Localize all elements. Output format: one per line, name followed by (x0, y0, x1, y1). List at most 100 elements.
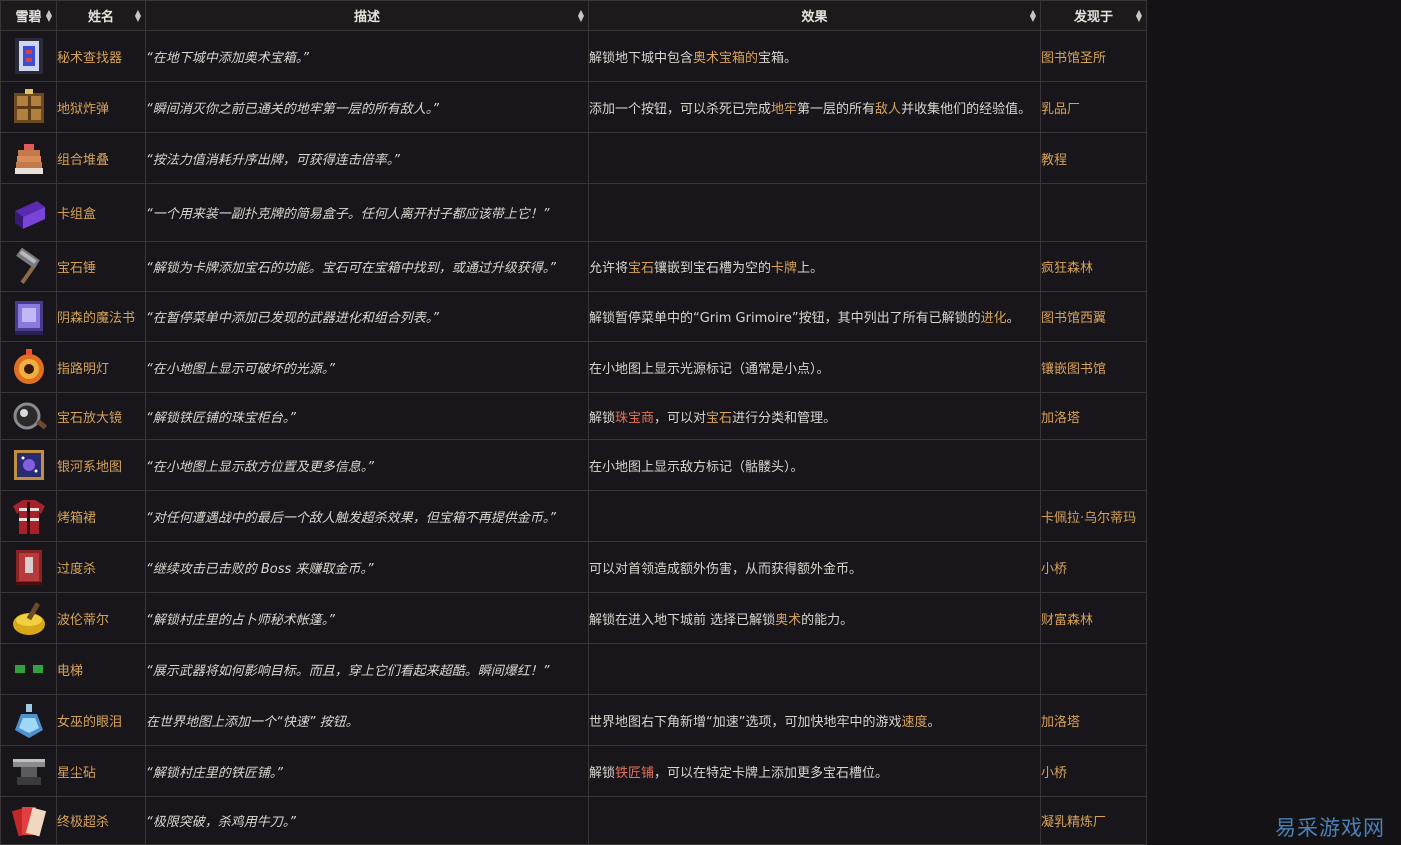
effect-link[interactable]: 铁匠铺 (615, 766, 654, 781)
found-location[interactable]: 疯狂森林 (1040, 241, 1147, 292)
relic-name[interactable]: 过度杀 (56, 541, 146, 593)
relic-description: “按法力值消耗升序出牌，可获得连击倍率。” (145, 132, 589, 184)
effect-link[interactable]: 奥术宝箱的 (693, 51, 758, 66)
potion-bottle-icon (14, 704, 43, 738)
column-header-name[interactable]: 姓名 ▲ ▼ (56, 0, 146, 31)
relic-name[interactable]: 宝石锤 (56, 241, 146, 292)
table-row: 波伦蒂尔 “解锁村庄里的占卜师秘术帐篷。” 解锁在进入地下城前 选择已解锁奥术的能力… (0, 592, 1147, 644)
effect-link[interactable]: 珠宝商 (615, 411, 654, 426)
beacon-eye-icon (13, 349, 44, 384)
relic-name[interactable]: 宝石放大镜 (56, 392, 146, 440)
relic-name[interactable]: 电梯 (56, 643, 146, 695)
relic-name[interactable]: 银河系地图 (56, 439, 146, 491)
relic-name[interactable]: 组合堆叠 (56, 132, 146, 184)
relic-name[interactable]: 星尘砧 (56, 745, 146, 797)
effect-text: 解锁 (589, 765, 616, 781)
effect-text: 解锁在进入地下城前 选择已解锁 (589, 612, 776, 628)
relic-description: 在世界地图上添加一个“快速” 按钮。 (145, 694, 589, 746)
anvil-icon (12, 759, 45, 785)
table-row: 女巫的眼泪 在世界地图上添加一个“快速” 按钮。 世界地图右下角新增“加速”选项，可… (0, 694, 1147, 746)
relic-name[interactable]: 指路明灯 (56, 341, 146, 393)
relic-effect: 添加一个按钮，可以杀死已完成地牢第一层的所有敌人并收集他们的经验值。 (588, 81, 1041, 133)
relic-effect (588, 132, 1041, 184)
column-header-label: 姓名 (87, 10, 114, 25)
found-location[interactable] (1040, 183, 1147, 242)
relic-effect: 可以对首领造成额外伤害，从而获得额外金币。 (588, 541, 1041, 593)
effect-text: 第一层的所有 (797, 101, 876, 117)
effect-link[interactable]: 进化 (981, 311, 1007, 326)
red-book-icon (15, 550, 42, 585)
effect-text: 允许将 (589, 261, 629, 276)
table-row: 过度杀 “继续攻击已击败的 Boss 来赚取金币。” 可以对首领造成额外伤害，从而获… (0, 541, 1147, 593)
found-location[interactable]: 加洛塔 (1040, 392, 1147, 440)
found-location[interactable]: 乳品厂 (1040, 81, 1147, 133)
sprite-cell (0, 30, 57, 82)
found-location[interactable]: 教程 (1040, 132, 1147, 184)
column-header-found[interactable]: 发现于 ▲ ▼ (1040, 0, 1147, 31)
sprite-cell (0, 291, 57, 342)
effect-link[interactable]: 卡牌 (771, 261, 797, 276)
effect-link[interactable]: 宝石 (628, 261, 654, 276)
relic-effect: 解锁珠宝商，可以对宝石进行分类和管理。 (588, 392, 1041, 440)
relic-name[interactable]: 女巫的眼泪 (56, 694, 146, 746)
plaid-shirt-icon (12, 500, 45, 534)
relic-effect (588, 490, 1041, 542)
magnifier-icon (13, 402, 47, 430)
relic-name[interactable]: 地狱炸弹 (56, 81, 146, 133)
relic-name[interactable]: 秘术查找器 (56, 30, 146, 82)
table-header-row: 雪碧 ▲ ▼ 姓名 ▲ ▼ 描述 ▲ ▼ 效果 ▲ ▼ 发现于 ▲ ▼ (0, 0, 1147, 31)
relic-name[interactable]: 卡组盒 (56, 183, 146, 242)
relic-effect (588, 643, 1041, 695)
effect-link[interactable]: 敌人 (875, 102, 901, 117)
found-location[interactable]: 图书馆圣所 (1040, 30, 1147, 82)
relic-name[interactable]: 波伦蒂尔 (56, 592, 146, 644)
found-location[interactable]: 卡佩拉·乌尔蒂玛 (1040, 490, 1147, 542)
crate-bomb-icon (13, 89, 44, 123)
sprite-cell (0, 439, 57, 491)
column-header-label: 雪碧 (15, 10, 42, 25)
effect-text: 。 (927, 714, 941, 730)
table-row: 烤箱裙 “对任何遭遇战中的最后一个敌人触发超杀效果，但宝箱不再提供金币。” 卡佩拉·… (0, 490, 1147, 542)
effect-text: ，可以对 (654, 410, 707, 426)
relic-effect: 解锁在进入地下城前 选择已解锁奥术的能力。 (588, 592, 1041, 644)
relic-effect (588, 796, 1041, 845)
relic-effect (588, 183, 1041, 242)
relic-description: “解锁村庄里的占卜师秘术帐篷。” (145, 592, 589, 644)
effect-link[interactable]: 速度 (901, 715, 927, 730)
effect-text: 可以对首领造成额外伤害，从而获得额外金币。 (589, 561, 863, 577)
found-location[interactable]: 镶嵌图书馆 (1040, 341, 1147, 393)
column-header-icon[interactable]: 雪碧 ▲ ▼ (0, 0, 57, 31)
column-header-effect[interactable]: 效果 ▲ ▼ (588, 0, 1041, 31)
relic-description: “解锁村庄里的铁匠铺。” (145, 745, 589, 797)
relic-description: “对任何遭遇战中的最后一个敌人触发超杀效果，但宝箱不再提供金币。” (145, 490, 589, 542)
relic-name[interactable]: 终极超杀 (56, 796, 146, 845)
effect-link[interactable]: 地牢 (771, 102, 797, 117)
relic-description: “解锁为卡牌添加宝石的功能。宝石可在宝箱中找到，或通过升级获得。” (145, 241, 589, 292)
effect-text: 添加一个按钮，可以杀死已完成 (589, 101, 772, 117)
column-header-desc[interactable]: 描述 ▲ ▼ (145, 0, 589, 31)
green-goggles-icon (12, 663, 45, 675)
found-location[interactable] (1040, 439, 1147, 491)
effect-text: ，可以在特定卡牌上添加更多宝石槽位。 (654, 765, 889, 781)
found-location[interactable]: 财富森林 (1040, 592, 1147, 644)
found-location[interactable]: 加洛塔 (1040, 694, 1147, 746)
found-location[interactable]: 图书馆西翼 (1040, 291, 1147, 342)
relic-name[interactable]: 烤箱裙 (56, 490, 146, 542)
relic-effect: 在小地图上显示敌方标记（骷髅头）。 (588, 439, 1041, 491)
watermark: 易采游戏网 (1275, 816, 1385, 840)
effect-link[interactable]: 宝石 (706, 411, 732, 426)
relic-description: “极限突破，杀鸡用牛刀。” (145, 796, 589, 845)
effect-link[interactable]: 奥术 (775, 613, 801, 628)
sort-icon: ▲ ▼ (577, 7, 584, 23)
table-row: 电梯 “展示武器将如何影响目标。而且，穿上它们看起来超酷。瞬间爆红！” (0, 643, 1147, 695)
found-location[interactable]: 小桥 (1040, 541, 1147, 593)
found-location[interactable]: 小桥 (1040, 745, 1147, 797)
gem-hammer-icon (15, 247, 40, 284)
relic-name[interactable]: 阴森的魔法书 (56, 291, 146, 342)
sprite-cell (0, 132, 57, 184)
found-location[interactable]: 凝乳精炼厂 (1040, 796, 1147, 845)
relic-effect: 在小地图上显示光源标记（通常是小点）。 (588, 341, 1041, 393)
column-header-label: 效果 (801, 10, 828, 25)
table-row: 阴森的魔法书 “在暂停菜单中添加已发现的武器进化和组合列表。” 解锁暂停菜单中的“G… (0, 291, 1147, 342)
found-location[interactable] (1040, 643, 1147, 695)
